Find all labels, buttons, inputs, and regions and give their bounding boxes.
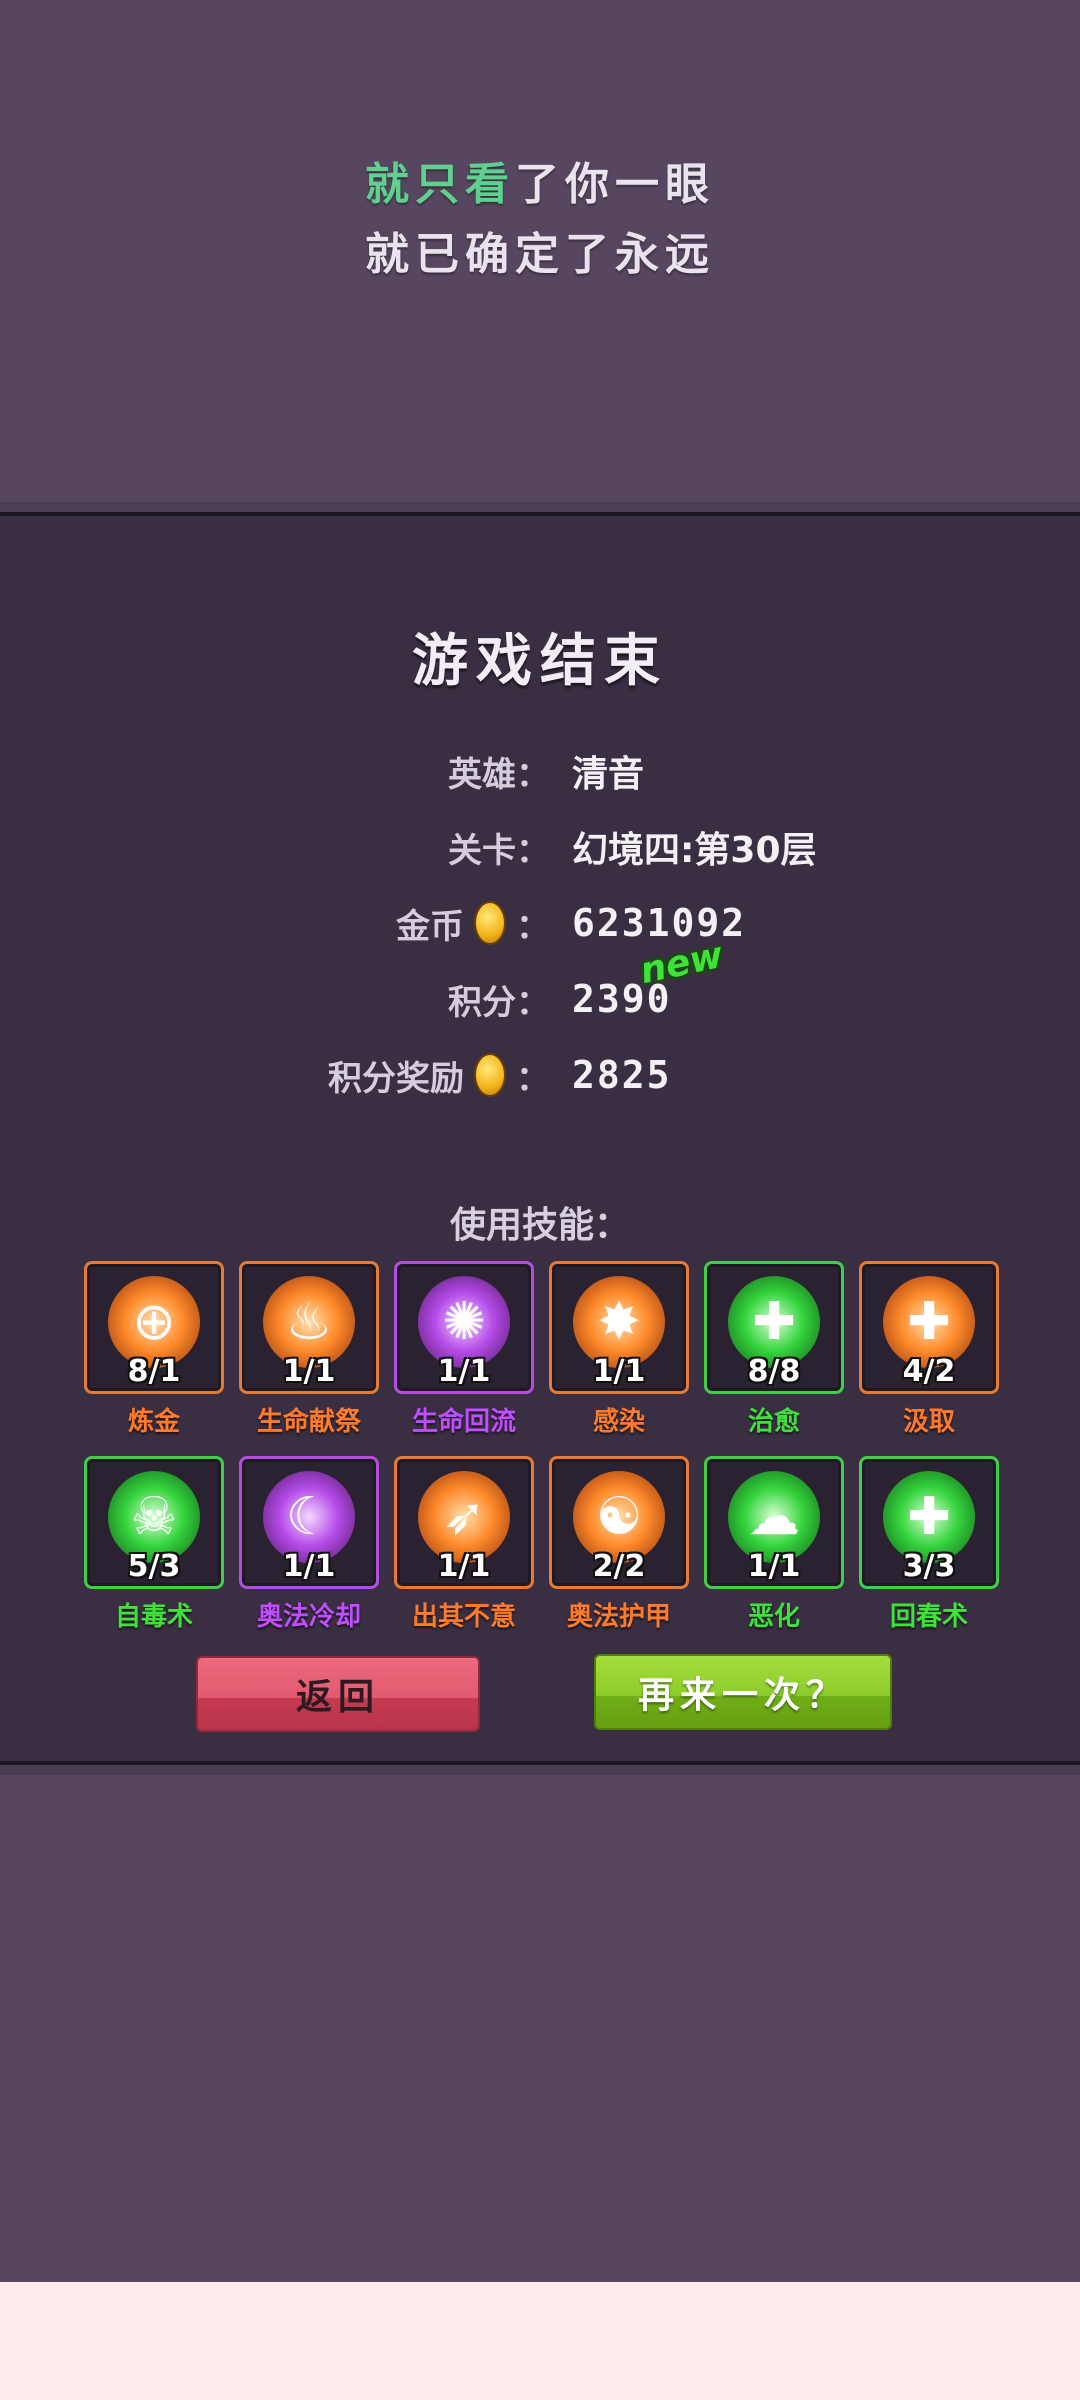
skill-icon-frame: ➶ 1/1 [394, 1456, 534, 1589]
skill-count: 2/2 [592, 1549, 646, 1584]
skill-tile[interactable]: ✚ 3/3 回春术 [859, 1456, 999, 1646]
gold-label: 金币 [396, 906, 464, 947]
skills-title: 使用技能： [449, 1205, 630, 1246]
skill-name: 治愈 [747, 1407, 800, 1437]
skill-tile[interactable]: ✸ 1/1 感染 [549, 1261, 689, 1451]
bonus-label: 积分奖励 [328, 1058, 464, 1099]
hero-value: 清音 [572, 754, 645, 795]
skill-tile[interactable]: ✚ 4/2 汲取 [859, 1261, 999, 1451]
bonus-row: 积分奖励 ： 2825 [0, 1045, 1080, 1105]
skill-count: 1/1 [437, 1354, 491, 1389]
skill-icon-frame: ✺ 1/1 [394, 1261, 534, 1394]
stage-label: 关卡： [448, 830, 550, 871]
lyrics-line-1-rest: 了你一眼 [515, 159, 715, 210]
skill-name: 奥法冷却 [256, 1602, 361, 1632]
skill-count: 1/1 [282, 1354, 336, 1389]
skill-name: 感染 [592, 1407, 645, 1437]
skill-name: 回春术 [889, 1602, 968, 1632]
bonus-coin-icon [474, 1053, 506, 1097]
skill-name: 生命回流 [411, 1407, 516, 1437]
skill-count: 1/1 [282, 1549, 336, 1584]
game-over-title: 游戏结束 [412, 629, 668, 694]
skill-count: 3/3 [902, 1549, 956, 1584]
skill-icon-frame: ✚ 3/3 [859, 1456, 999, 1589]
skill-tile[interactable]: ☠ 5/3 自毒术 [84, 1456, 224, 1646]
stage-value: 幻境四:第30层 [572, 830, 817, 871]
skill-name: 出其不意 [411, 1602, 516, 1632]
skill-name: 汲取 [902, 1407, 955, 1437]
score-label: 积分： [448, 982, 550, 1023]
score-row: 积分： 2390 new [0, 935, 1080, 1029]
lyrics-line-1: 就只看了你一眼 [0, 150, 1080, 220]
gold-colon: ： [516, 906, 550, 947]
skill-name: 奥法护甲 [566, 1602, 671, 1632]
skill-icon-frame: ☁ 1/1 [704, 1456, 844, 1589]
skill-count: 1/1 [747, 1549, 801, 1584]
skill-count: 1/1 [437, 1549, 491, 1584]
bonus-colon: ： [516, 1058, 550, 1099]
game-over-panel: 游戏结束 英雄： 清音 关卡： 幻境四:第30层 金币 ： 6231092 积分… [0, 512, 1080, 1765]
skill-icon-frame: ✚ 4/2 [859, 1261, 999, 1394]
skill-name: 恶化 [747, 1602, 800, 1632]
gold-label-group: 金币 ： [396, 893, 550, 953]
skill-tile[interactable]: ⊕ 8/1 炼金 [84, 1261, 224, 1451]
skill-count: 5/3 [127, 1549, 181, 1584]
skill-tile[interactable]: ✚ 8/8 治愈 [704, 1261, 844, 1451]
skill-tile[interactable]: ♨ 1/1 生命献祭 [239, 1261, 379, 1451]
skill-name: 生命献祭 [256, 1407, 361, 1437]
lyrics: 就只看了你一眼 就已确定了永远 [0, 150, 1080, 290]
skill-icon-frame: ☠ 5/3 [84, 1456, 224, 1589]
skill-icon-frame: ✚ 8/8 [704, 1261, 844, 1394]
lyrics-highlight: 就只看 [365, 159, 515, 210]
skill-count: 8/8 [747, 1354, 801, 1389]
skill-icon-frame: ☾ 1/1 [239, 1456, 379, 1589]
skill-icon-frame: ☯ 2/2 [549, 1456, 689, 1589]
skill-tile[interactable]: ☁ 1/1 恶化 [704, 1456, 844, 1646]
skill-tile[interactable]: ➶ 1/1 出其不意 [394, 1456, 534, 1646]
skill-count: 1/1 [592, 1354, 646, 1389]
lyrics-line-2: 就已确定了永远 [365, 229, 715, 280]
skill-tile[interactable]: ☾ 1/1 奥法冷却 [239, 1456, 379, 1646]
bottom-strip [0, 2282, 1080, 2400]
skill-icon-frame: ✸ 1/1 [549, 1261, 689, 1394]
hero-row: 英雄： 清音 [0, 741, 1080, 801]
skill-name: 自毒术 [114, 1602, 193, 1632]
skill-icon-frame: ♨ 1/1 [239, 1261, 379, 1394]
bonus-label-group: 积分奖励 ： [328, 1045, 550, 1105]
skill-count: 8/1 [127, 1354, 181, 1389]
gold-coin-icon [474, 901, 506, 945]
back-button[interactable]: 返回 [196, 1656, 480, 1732]
skill-tile[interactable]: ✺ 1/1 生命回流 [394, 1261, 534, 1451]
retry-button[interactable]: 再来一次？ [594, 1654, 892, 1730]
skill-icon-frame: ⊕ 8/1 [84, 1261, 224, 1394]
stage-row: 关卡： 幻境四:第30层 [0, 817, 1080, 877]
hero-label: 英雄： [448, 754, 550, 795]
skill-count: 4/2 [902, 1354, 956, 1389]
bonus-value: 2825 [572, 1053, 672, 1097]
skill-name: 炼金 [127, 1407, 180, 1437]
skill-tile[interactable]: ☯ 2/2 奥法护甲 [549, 1456, 689, 1646]
gold-row: 金币 ： 6231092 [0, 893, 1080, 953]
